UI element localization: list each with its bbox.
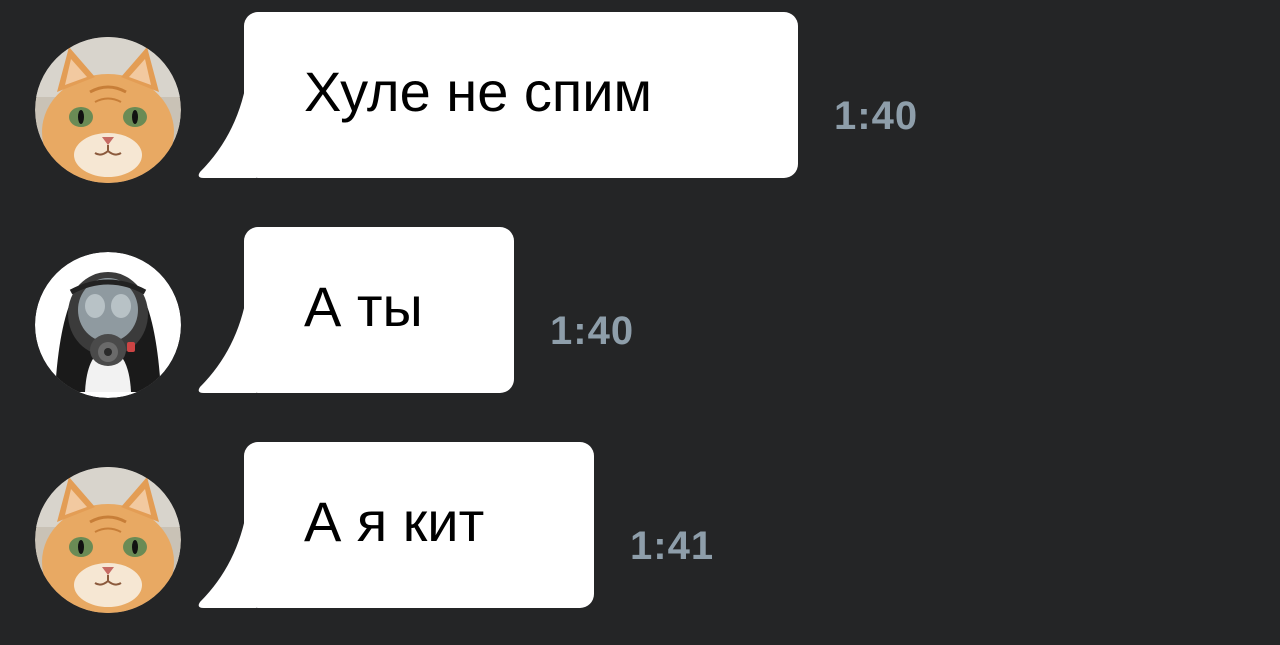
message-bubble-body: А я кит [244,442,594,608]
message-bubble-body: Хуле не спим [244,12,798,178]
message-bubble-body: А ты [244,227,514,393]
cat-avatar-icon[interactable] [35,467,181,613]
message-row: А я кит 1:41 [0,442,1280,613]
chat-window: Хуле не спим 1:40 А ты 1:40 А я кит 1:41 [0,0,1280,645]
gas-mask-avatar-icon[interactable] [35,252,181,398]
message-timestamp: 1:41 [630,524,715,568]
message-timestamp: 1:40 [834,94,919,138]
cat-avatar-icon[interactable] [35,37,181,183]
message-row: Хуле не спим 1:40 [0,12,1280,183]
message-text: Хуле не спим [304,60,653,123]
message-timestamp: 1:40 [550,309,635,353]
message-row: А ты 1:40 [0,227,1280,398]
message-text: А ты [304,275,423,338]
message-text: А я кит [304,490,485,553]
